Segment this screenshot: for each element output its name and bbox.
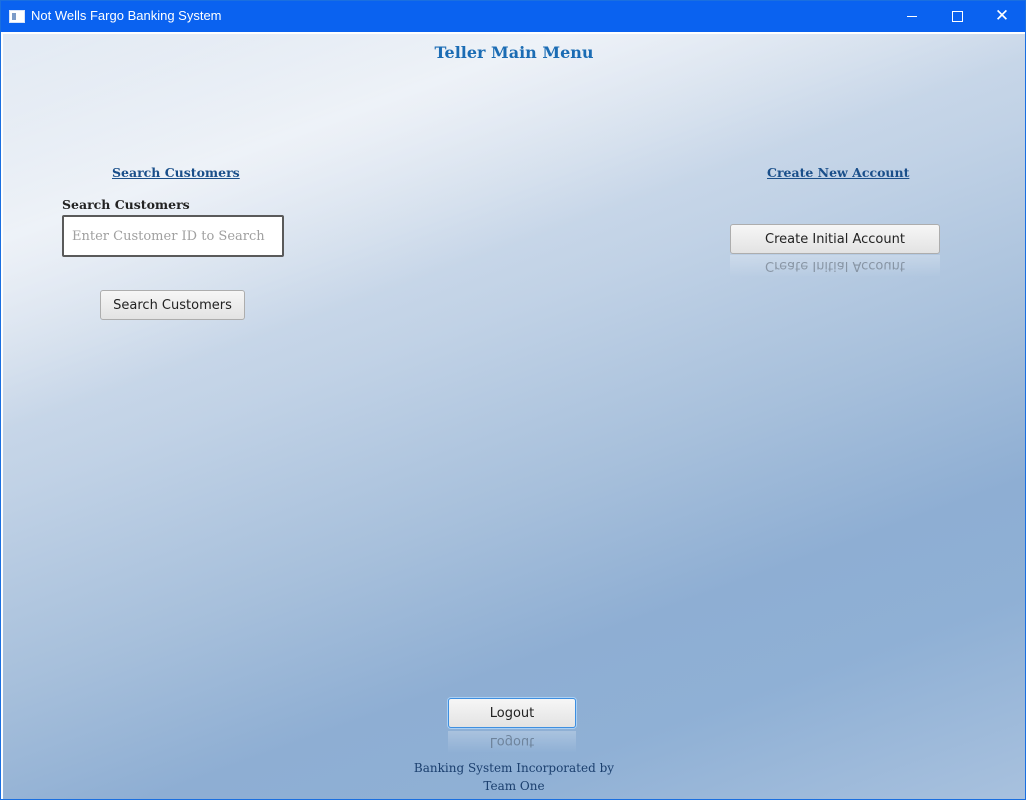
page-title: Teller Main Menu (434, 43, 594, 62)
minimize-button[interactable] (889, 1, 935, 32)
close-icon: ✕ (994, 6, 1010, 26)
main-panel: Teller Main Menu Search Customers Search… (3, 34, 1025, 799)
window-title: Not Wells Fargo Banking System (31, 8, 222, 23)
app-icon (9, 10, 25, 23)
title-bar[interactable]: Not Wells Fargo Banking System ✕ (1, 1, 1025, 32)
logout-button-reflection: Logout (448, 731, 576, 753)
footer-credits: Banking System Incorporated by Team One (3, 759, 1025, 795)
create-button-reflection: Create Initial Account (730, 255, 940, 277)
close-button[interactable]: ✕ (979, 1, 1025, 32)
maximize-icon (951, 11, 963, 22)
footer-line-2: Team One (483, 779, 545, 793)
app-window: Not Wells Fargo Banking System ✕ Teller … (0, 0, 1026, 800)
search-customers-button[interactable]: Search Customers (100, 290, 245, 320)
search-customers-heading: Search Customers (112, 165, 240, 180)
search-field-label: Search Customers (62, 197, 190, 212)
footer-line-1: Banking System Incorporated by (413, 761, 615, 775)
create-new-account-heading: Create New Account (767, 165, 910, 180)
customer-id-search-input[interactable] (62, 215, 284, 257)
maximize-button[interactable] (934, 1, 980, 32)
logout-button[interactable]: Logout (448, 698, 576, 728)
minimize-icon (907, 16, 917, 17)
create-initial-account-button[interactable]: Create Initial Account (730, 224, 940, 254)
